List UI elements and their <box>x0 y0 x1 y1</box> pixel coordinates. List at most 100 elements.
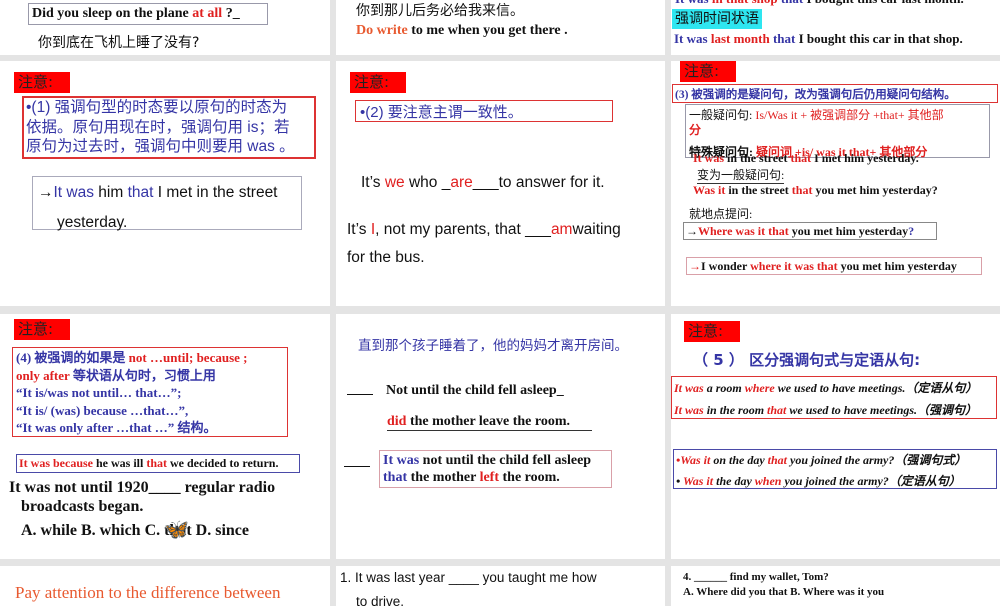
text-segment: when <box>754 474 782 488</box>
slide-thumbnail-3[interactable]: It was in that shop that I bought this c… <box>671 0 1000 55</box>
chinese-translation: 你到那儿后务必给我来信。 <box>356 0 524 20</box>
where-question-example: →Where was it that you met him yesterday… <box>686 224 914 239</box>
slide-thumbnail-5[interactable]: 注意: •(2) 要注意主谓一致性。 It’s we who _are___to… <box>336 61 665 306</box>
slide-title: Pay attention to the difference between <box>15 583 280 603</box>
example-text: →It was him that I met in the street yest… <box>38 178 278 238</box>
answer-options: A. while B. which C. that D. since <box>21 522 249 540</box>
slide-thumbnail-6[interactable]: 注意: (3) 被强调的是疑问句，改为强调句后仍用疑问句结构。 一般疑问句: I… <box>671 61 1000 306</box>
text-segment: at all <box>192 6 223 21</box>
text-segment: you met him yesterday? <box>812 183 938 197</box>
text-segment: Do write <box>356 23 408 38</box>
text-line: “It was only after …that …” 结构。 <box>16 419 247 437</box>
text-segment: last month <box>710 31 770 46</box>
text-segment: that <box>127 184 154 201</box>
text-segment: 你到底在飞机上睡了没有? <box>38 35 200 51</box>
text-segment: yesterday. <box>57 214 128 231</box>
emphatic-example: It was in the room that we used to have … <box>674 401 977 418</box>
text-segment: Did you sleep on the plane <box>32 6 193 21</box>
text-segment: that <box>790 151 812 165</box>
text-segment: 就地点提问: <box>689 207 753 221</box>
inverted-sentence-cont: did the mother leave the room. <box>387 414 592 431</box>
text-segment: you met him yesterday <box>788 224 909 238</box>
slide-thumbnail-10[interactable]: Pay attention to the difference between <box>0 566 330 606</box>
text-segment: only after <box>16 367 70 383</box>
text-segment: 等状语从句时，习惯上用 <box>69 367 216 383</box>
text-segment: It was not until 1920____ regular radio <box>9 479 276 496</box>
rule-text: •(1) 强调句型的时态要以原句的时态为 依据。原句用现在时，强调句用 is；若原… <box>26 98 295 157</box>
text-segment: in the street <box>725 183 792 197</box>
slide-thumbnail-9[interactable]: 注意: （ 5 ） 区分强调句式与定语从句: It was a room whe… <box>671 314 1000 559</box>
slide-thumbnail-12[interactable]: 4. ______ find my wallet, Tom? A. Where … <box>671 566 1000 606</box>
text-segment: on the day <box>710 453 768 467</box>
text-segment: It was <box>674 381 704 395</box>
example-sentence: It was because he was ill that we decide… <box>19 456 278 471</box>
text-segment: we <box>384 174 405 191</box>
emphatic-sentence-cont: that the mother left the room. <box>383 470 560 486</box>
text-segment: It was <box>53 184 94 201</box>
instruction-general: 变为一般疑问句: <box>697 166 785 184</box>
text-segment: “It is/ (was) because …that…”, <box>16 402 189 418</box>
text-segment: 1. It was last year ____ you taught me h… <box>340 570 597 585</box>
text-segment: It’s <box>347 221 371 238</box>
slide-thumbnail-11[interactable]: 1. It was last year ____ you taught me h… <box>336 566 665 606</box>
text-segment: waiting <box>572 221 621 238</box>
text-segment: am <box>550 221 573 238</box>
question-text-cont: broadcasts began. <box>21 498 143 516</box>
text-segment: •Was it <box>676 453 711 467</box>
text-segment: left <box>479 470 500 485</box>
text-line: “It is/ (was) because …that…”, <box>16 402 247 420</box>
text-segment: A. Where did you that B. Where was it yo… <box>683 586 885 598</box>
text-segment: that <box>146 456 168 470</box>
text-segment: It was <box>675 0 712 6</box>
note-label: 注意: <box>14 72 70 93</box>
text-segment: •(1) 强调句型的时态要以原句的时态为 <box>26 99 288 116</box>
text-segment: （ 5 ） 区分强调句式与定语从句: <box>693 351 921 369</box>
attributive-clause-example: It was a room where we used to have meet… <box>674 379 977 396</box>
exercise-1: It’s we who _are___to answer for it. <box>361 174 605 192</box>
text-segment: It’s <box>361 174 385 191</box>
note-label: 注意: <box>14 319 70 340</box>
text-segment: the day <box>713 474 755 488</box>
chinese-sentence: 直到那个孩子睡着了，他的妈妈才离开房间。 <box>358 334 628 354</box>
slide-thumbnail-8[interactable]: 直到那个孩子睡着了，他的妈妈才离开房间。 Not until the child… <box>336 314 665 559</box>
text-segment: “It is/was not until… that…”; <box>16 385 182 400</box>
slide-thumbnail-4[interactable]: 注意: •(1) 强调句型的时态要以原句的时态为 依据。原句用现在时，强调句用 i… <box>0 61 330 306</box>
text-segment: I bought this car last month. <box>803 0 963 6</box>
arrow-icon <box>347 394 373 395</box>
text-segment: are <box>450 174 473 191</box>
inverted-sentence: Not until the child fell asleep_ <box>386 383 564 399</box>
text-segment: Was it <box>682 474 714 488</box>
text-segment: where it was that <box>750 259 838 273</box>
text-segment: ? <box>908 224 915 238</box>
text-segment: to me when you get there . <box>407 23 568 38</box>
example-sentence: It was last month that I bought this car… <box>674 31 963 47</box>
rule-text: (3) 被强调的是疑问句，改为强调句后仍用疑问句结构。 <box>675 86 956 102</box>
slide-thumbnail-7[interactable]: 注意: (4) 被强调的如果是 not …until; because ; onl… <box>0 314 330 559</box>
emphatic-sentence: It was not until the child fell asleep <box>383 453 591 469</box>
text-segment: (4) 被强调的如果是 <box>16 350 129 365</box>
slide-thumbnail-2[interactable]: 你到那儿后务必给我来信。 Do write to me when you get… <box>336 0 665 55</box>
note-label: 注意: <box>680 61 736 82</box>
text-segment: ?_ <box>222 6 240 21</box>
text-segment: 分 <box>689 123 702 137</box>
slide-thumbnail-1[interactable]: Did you sleep on the plane at all ?_ 你到底… <box>0 0 330 55</box>
text-segment: you joined the army?（强调句式） <box>787 453 967 467</box>
text-segment: him <box>93 184 128 201</box>
text-segment: in the room <box>703 403 768 417</box>
text-segment: I bought this car in that shop. <box>795 31 963 46</box>
exercise-2: It’s I, not my parents, that ___amwaitin… <box>347 221 621 239</box>
text-segment: 依据。原句用现在时，强调句用 is；若 <box>26 118 290 136</box>
text-segment: , not my parents, that ___ <box>375 221 551 238</box>
text-segment: Is/Was it + 被强调部分 +that+ 其他部 <box>755 108 944 122</box>
text-segment: → <box>689 259 701 273</box>
text-segment: that <box>778 0 803 6</box>
text-segment: (3) 被强调的是疑问句，改为强调句后仍用疑问句结构。 <box>675 89 956 101</box>
text-line: 原句为过去时，强调句中则要用 was 。 <box>26 137 295 157</box>
note-label: 注意: <box>350 72 406 93</box>
text-segment: 原句为过去时，强调句中则要用 was 。 <box>26 138 295 155</box>
instruction-where: 就地点提问: <box>689 205 753 223</box>
text-segment: in the street <box>724 151 791 165</box>
example-sentence-top: It was in that shop that I bought this c… <box>675 0 964 7</box>
text-segment: that <box>791 183 813 197</box>
text-segment: Was it <box>693 183 726 197</box>
